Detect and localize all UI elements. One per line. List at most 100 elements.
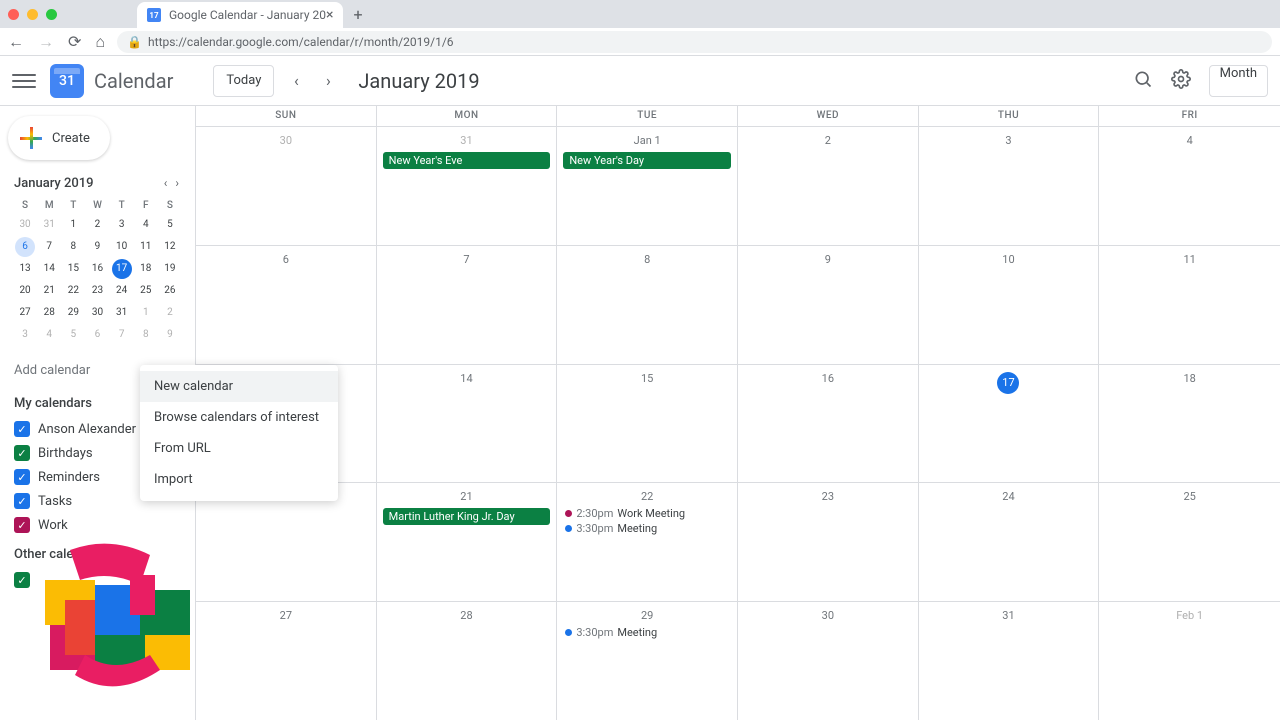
mini-day-cell[interactable]: 10 <box>112 237 132 257</box>
mini-day-cell[interactable]: 15 <box>63 259 83 279</box>
menu-item[interactable]: From URL <box>140 433 338 464</box>
all-day-event[interactable]: New Year's Eve <box>383 152 551 169</box>
mini-day-cell[interactable]: 6 <box>87 325 107 345</box>
home-icon[interactable]: ⌂ <box>95 32 105 52</box>
mini-day-cell[interactable]: 5 <box>63 325 83 345</box>
mini-day-cell[interactable]: 28 <box>39 303 59 323</box>
day-cell[interactable]: 4 <box>1099 127 1280 245</box>
menu-item[interactable]: Import <box>140 464 338 495</box>
mini-day-cell[interactable]: 21 <box>39 281 59 301</box>
day-cell[interactable]: 25 <box>1099 483 1280 601</box>
day-cell[interactable]: 30 <box>738 602 919 720</box>
mini-day-cell[interactable]: 26 <box>160 281 180 301</box>
timed-event[interactable]: 3:30pmMeeting <box>561 625 733 640</box>
day-cell[interactable]: 23 <box>738 483 919 601</box>
calendar-checkbox[interactable]: ✓ <box>14 469 30 485</box>
calendar-checkbox[interactable]: ✓ <box>14 421 30 437</box>
close-tab-icon[interactable]: × <box>326 7 333 23</box>
mini-day-cell[interactable]: 17 <box>112 259 132 279</box>
mini-day-cell[interactable]: 11 <box>136 237 156 257</box>
mini-day-cell[interactable]: 16 <box>87 259 107 279</box>
address-bar[interactable]: 🔒 https://calendar.google.com/calendar/r… <box>117 31 1272 53</box>
day-cell[interactable]: 30 <box>196 127 377 245</box>
day-cell[interactable]: 9 <box>738 246 919 364</box>
day-cell[interactable]: 293:30pmMeeting <box>557 602 738 720</box>
day-cell[interactable]: 27 <box>196 602 377 720</box>
mini-day-cell[interactable]: 3 <box>112 215 132 235</box>
back-icon[interactable]: ← <box>8 32 24 52</box>
day-cell[interactable]: 15 <box>557 365 738 483</box>
all-day-event[interactable]: New Year's Day <box>563 152 731 169</box>
day-cell[interactable]: 21Martin Luther King Jr. Day <box>377 483 558 601</box>
mini-day-cell[interactable]: 20 <box>15 281 35 301</box>
new-tab-button[interactable]: + <box>353 5 362 24</box>
mini-day-cell[interactable]: 31 <box>39 215 59 235</box>
mini-day-cell[interactable]: 29 <box>63 303 83 323</box>
mini-day-cell[interactable]: 12 <box>160 237 180 257</box>
day-cell[interactable]: 18 <box>1099 365 1280 483</box>
timed-event[interactable]: 2:30pmWork Meeting <box>561 506 733 521</box>
day-cell[interactable]: 16 <box>738 365 919 483</box>
mini-day-cell[interactable]: 8 <box>63 237 83 257</box>
day-cell[interactable]: 6 <box>196 246 377 364</box>
day-cell[interactable]: Feb 1 <box>1099 602 1280 720</box>
mini-day-cell[interactable]: 7 <box>112 325 132 345</box>
day-cell[interactable]: 3 <box>919 127 1100 245</box>
mini-day-cell[interactable]: 7 <box>39 237 59 257</box>
mini-day-cell[interactable]: 1 <box>136 303 156 323</box>
day-cell[interactable]: 14 <box>377 365 558 483</box>
day-cell[interactable]: 20 <box>196 483 377 601</box>
close-window-icon[interactable] <box>8 9 19 20</box>
mini-day-cell[interactable]: 9 <box>87 237 107 257</box>
day-cell[interactable]: 2 <box>738 127 919 245</box>
menu-item[interactable]: Browse calendars of interest <box>140 402 338 433</box>
calendar-checkbox[interactable]: ✓ <box>14 445 30 461</box>
day-cell[interactable]: 8 <box>557 246 738 364</box>
view-selector[interactable]: Month <box>1209 65 1268 97</box>
day-cell[interactable]: Jan 1New Year's Day <box>557 127 738 245</box>
mini-day-cell[interactable]: 30 <box>87 303 107 323</box>
prev-month-button[interactable]: ‹ <box>282 67 310 95</box>
mini-day-cell[interactable]: 23 <box>87 281 107 301</box>
browser-tab[interactable]: 17 Google Calendar - January 20 × <box>137 2 343 28</box>
mini-day-cell[interactable]: 2 <box>87 215 107 235</box>
timed-event[interactable]: 3:30pmMeeting <box>561 521 733 536</box>
mini-day-cell[interactable]: 5 <box>160 215 180 235</box>
reload-icon[interactable]: ⟳ <box>68 32 81 51</box>
search-icon[interactable] <box>1133 69 1153 93</box>
mini-day-cell[interactable]: 25 <box>136 281 156 301</box>
mini-day-cell[interactable]: 1 <box>63 215 83 235</box>
next-month-button[interactable]: › <box>314 67 342 95</box>
day-cell[interactable]: 28 <box>377 602 558 720</box>
mini-day-cell[interactable]: 8 <box>136 325 156 345</box>
mini-day-cell[interactable]: 19 <box>160 259 180 279</box>
mini-day-cell[interactable]: 2 <box>160 303 180 323</box>
day-cell[interactable]: 17 <box>919 365 1100 483</box>
mini-day-cell[interactable]: 31 <box>112 303 132 323</box>
day-cell[interactable]: 7 <box>377 246 558 364</box>
mini-day-cell[interactable]: 4 <box>136 215 156 235</box>
menu-item[interactable]: New calendar <box>140 371 338 402</box>
mini-next-icon[interactable]: › <box>173 174 181 192</box>
day-cell[interactable]: 31 <box>919 602 1100 720</box>
all-day-event[interactable]: Martin Luther King Jr. Day <box>383 508 551 525</box>
day-cell[interactable]: 222:30pmWork Meeting3:30pmMeeting <box>557 483 738 601</box>
mini-day-cell[interactable]: 30 <box>15 215 35 235</box>
today-button[interactable]: Today <box>213 65 274 97</box>
maximize-window-icon[interactable] <box>46 9 57 20</box>
day-cell[interactable]: 24 <box>919 483 1100 601</box>
mini-day-cell[interactable]: 13 <box>15 259 35 279</box>
mini-day-cell[interactable]: 22 <box>63 281 83 301</box>
mini-day-cell[interactable]: 4 <box>39 325 59 345</box>
mini-day-cell[interactable]: 14 <box>39 259 59 279</box>
mini-prev-icon[interactable]: ‹ <box>162 174 170 192</box>
mini-day-cell[interactable]: 24 <box>112 281 132 301</box>
minimize-window-icon[interactable] <box>27 9 38 20</box>
day-cell[interactable]: 31New Year's Eve <box>377 127 558 245</box>
hamburger-menu-icon[interactable] <box>12 69 36 93</box>
create-button[interactable]: Create <box>8 116 110 160</box>
calendar-checkbox[interactable]: ✓ <box>14 493 30 509</box>
mini-day-cell[interactable]: 6 <box>15 237 35 257</box>
mini-day-cell[interactable]: 18 <box>136 259 156 279</box>
mini-day-cell[interactable]: 9 <box>160 325 180 345</box>
